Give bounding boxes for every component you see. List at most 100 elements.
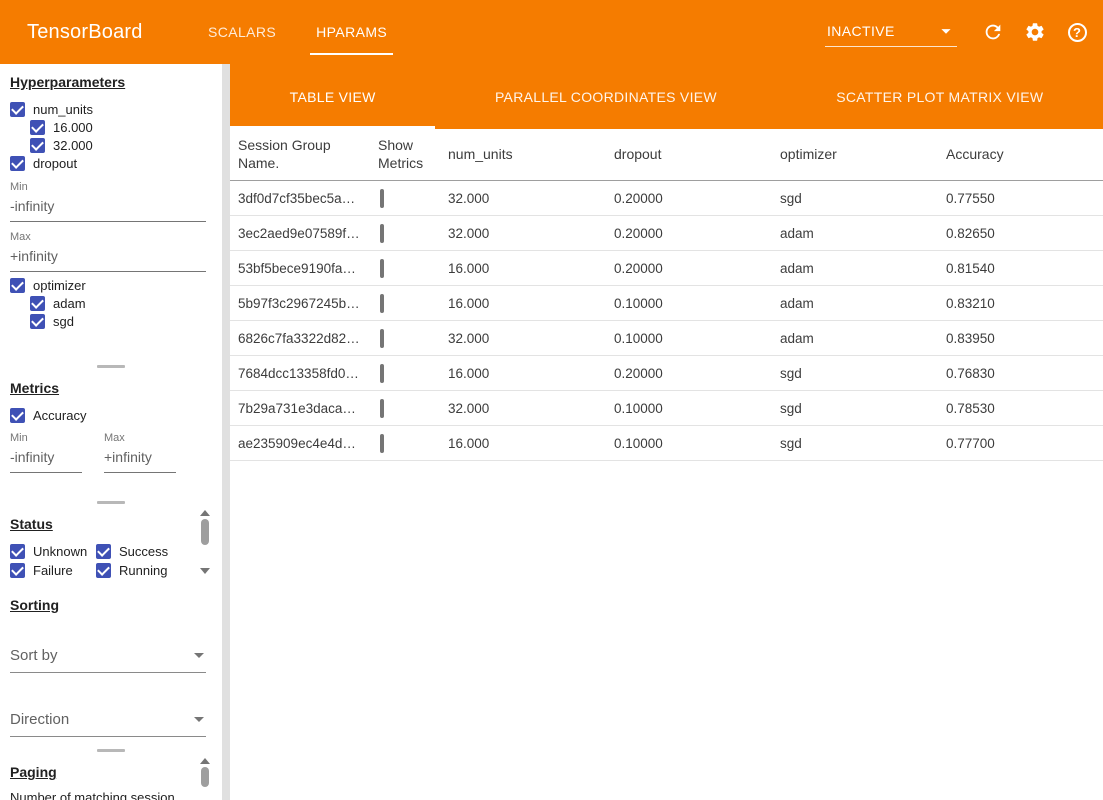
num-units-checkbox[interactable] [10, 102, 25, 117]
hparam-value-row: adam [30, 294, 212, 312]
tab-table-view[interactable]: TABLE VIEW [230, 64, 435, 129]
tab-scalars[interactable]: SCALARS [202, 0, 282, 64]
status-running-checkbox[interactable] [96, 563, 111, 578]
optimizer-value: sgd [780, 436, 946, 451]
show-metrics-checkbox[interactable] [380, 364, 384, 383]
scrollbar-thumb[interactable] [201, 767, 209, 787]
tab-parallel-coordinates-view[interactable]: PARALLEL COORDINATES VIEW [435, 64, 776, 129]
main-content: TABLE VIEW PARALLEL COORDINATES VIEW SCA… [230, 64, 1103, 800]
tab-hparams-label: HPARAMS [316, 24, 387, 40]
show-metrics-checkbox[interactable] [380, 294, 384, 313]
dropout-value: 0.10000 [614, 436, 780, 451]
num-units-value: 16.000 [448, 261, 614, 276]
hparam-row-num-units: num_units [10, 100, 212, 118]
scrollbar-thumb[interactable] [201, 519, 209, 545]
column-header-show-metrics[interactable]: Show Metrics [378, 137, 448, 172]
status-success-label: Success [119, 544, 168, 559]
show-metrics-checkbox[interactable] [380, 434, 384, 453]
status-row-running: Running [96, 561, 192, 579]
matching-groups-text: Number of matching session groups: 8 [10, 790, 192, 800]
dropout-min-field: Min [10, 181, 212, 222]
optimizer-value: adam [780, 226, 946, 241]
num-units-label: num_units [33, 102, 93, 117]
hparam-value-row: 32.000 [30, 136, 212, 154]
refresh-button[interactable] [981, 20, 1005, 44]
accuracy-value: 0.82650 [946, 226, 1103, 241]
metrics-max-label: Max [104, 432, 176, 444]
status-scrollbar[interactable] [200, 510, 210, 574]
num-units-16-checkbox[interactable] [30, 120, 45, 135]
session-group-name: 5b97f3c2967245b… [238, 296, 378, 311]
reload-status-select[interactable]: INACTIVE [825, 18, 957, 47]
dropout-max-field: Max [10, 231, 212, 272]
status-failure-checkbox[interactable] [10, 563, 25, 578]
optimizer-adam-checkbox[interactable] [30, 296, 45, 311]
num-units-32-checkbox[interactable] [30, 138, 45, 153]
dropout-min-input[interactable] [10, 195, 206, 222]
metrics-heading: Metrics [10, 380, 212, 396]
accuracy-value: 0.77550 [946, 191, 1103, 206]
column-header-accuracy[interactable]: Accuracy [946, 146, 1103, 164]
show-metrics-checkbox[interactable] [380, 399, 384, 418]
show-metrics-checkbox[interactable] [380, 259, 384, 278]
help-button[interactable]: ? [1065, 20, 1089, 44]
num-units-32-label: 32.000 [53, 138, 93, 153]
status-unknown-checkbox[interactable] [10, 544, 25, 559]
column-header-optimizer[interactable]: optimizer [780, 146, 946, 164]
metrics-min-field: Min [10, 432, 82, 473]
sort-by-select[interactable]: Sort by [10, 643, 206, 673]
metrics-min-input[interactable] [10, 446, 82, 473]
num-units-value: 16.000 [448, 436, 614, 451]
show-metrics-checkbox[interactable] [380, 329, 384, 348]
metrics-max-input[interactable] [104, 446, 176, 473]
session-group-name: ae235909ec4e4d… [238, 436, 378, 451]
view-tabs: TABLE VIEW PARALLEL COORDINATES VIEW SCA… [230, 64, 1103, 129]
dropout-value: 0.20000 [614, 261, 780, 276]
column-header-session-group-name[interactable]: Session Group Name. [238, 137, 378, 172]
scroll-down-arrow-icon[interactable] [200, 568, 210, 574]
session-group-name: 6826c7fa3322d82… [238, 331, 378, 346]
optimizer-value: sgd [780, 366, 946, 381]
pane-resize-handle[interactable] [0, 498, 222, 506]
dropout-max-input[interactable] [10, 245, 206, 272]
dropout-value: 0.20000 [614, 226, 780, 241]
show-metrics-checkbox[interactable] [380, 189, 384, 208]
status-options: Unknown Success Failure Running [10, 542, 192, 579]
pane-resize-handle[interactable] [0, 362, 222, 370]
settings-button[interactable] [1023, 20, 1047, 44]
num-units-value: 32.000 [448, 226, 614, 241]
optimizer-value: adam [780, 331, 946, 346]
dropout-checkbox[interactable] [10, 156, 25, 171]
num-units-value: 32.000 [448, 331, 614, 346]
direction-select[interactable]: Direction [10, 707, 206, 737]
refresh-icon [982, 21, 1004, 43]
tensorboard-app: TensorBoard SCALARS HPARAMS INACTIVE ? [0, 0, 1103, 800]
optimizer-label: optimizer [33, 278, 86, 293]
tab-hparams[interactable]: HPARAMS [310, 0, 393, 64]
tab-scatter-plot-matrix-view[interactable]: SCATTER PLOT MATRIX VIEW [777, 64, 1103, 129]
scroll-up-arrow-icon[interactable] [200, 758, 210, 764]
tab-scatter-plot-matrix-label: SCATTER PLOT MATRIX VIEW [836, 89, 1043, 105]
direction-value: Direction [10, 711, 69, 728]
reload-status-value: INACTIVE [827, 23, 895, 39]
pane-resize-handle[interactable] [0, 746, 222, 754]
status-success-checkbox[interactable] [96, 544, 111, 559]
status-row-failure: Failure [10, 561, 96, 579]
optimizer-checkbox[interactable] [10, 278, 25, 293]
column-header-dropout[interactable]: dropout [614, 146, 780, 164]
scroll-up-arrow-icon[interactable] [200, 510, 210, 516]
hyperparameters-heading: Hyperparameters [10, 74, 212, 90]
session-group-name: 3ec2aed9e07589f… [238, 226, 378, 241]
optimizer-sgd-checkbox[interactable] [30, 314, 45, 329]
accuracy-checkbox[interactable] [10, 408, 25, 423]
accuracy-value: 0.76830 [946, 366, 1103, 381]
table-row: 53bf5bece9190fa… 16.000 0.20000 adam 0.8… [230, 251, 1103, 286]
topbar-actions: INACTIVE ? [825, 0, 1089, 64]
paging-scrollbar[interactable] [200, 758, 210, 800]
sorting-heading: Sorting [10, 597, 212, 613]
show-metrics-checkbox[interactable] [380, 224, 384, 243]
column-header-num-units[interactable]: num_units [448, 146, 614, 164]
tab-table-view-label: TABLE VIEW [290, 89, 376, 105]
accuracy-value: 0.78530 [946, 401, 1103, 416]
table-row: 6826c7fa3322d82… 32.000 0.10000 adam 0.8… [230, 321, 1103, 356]
